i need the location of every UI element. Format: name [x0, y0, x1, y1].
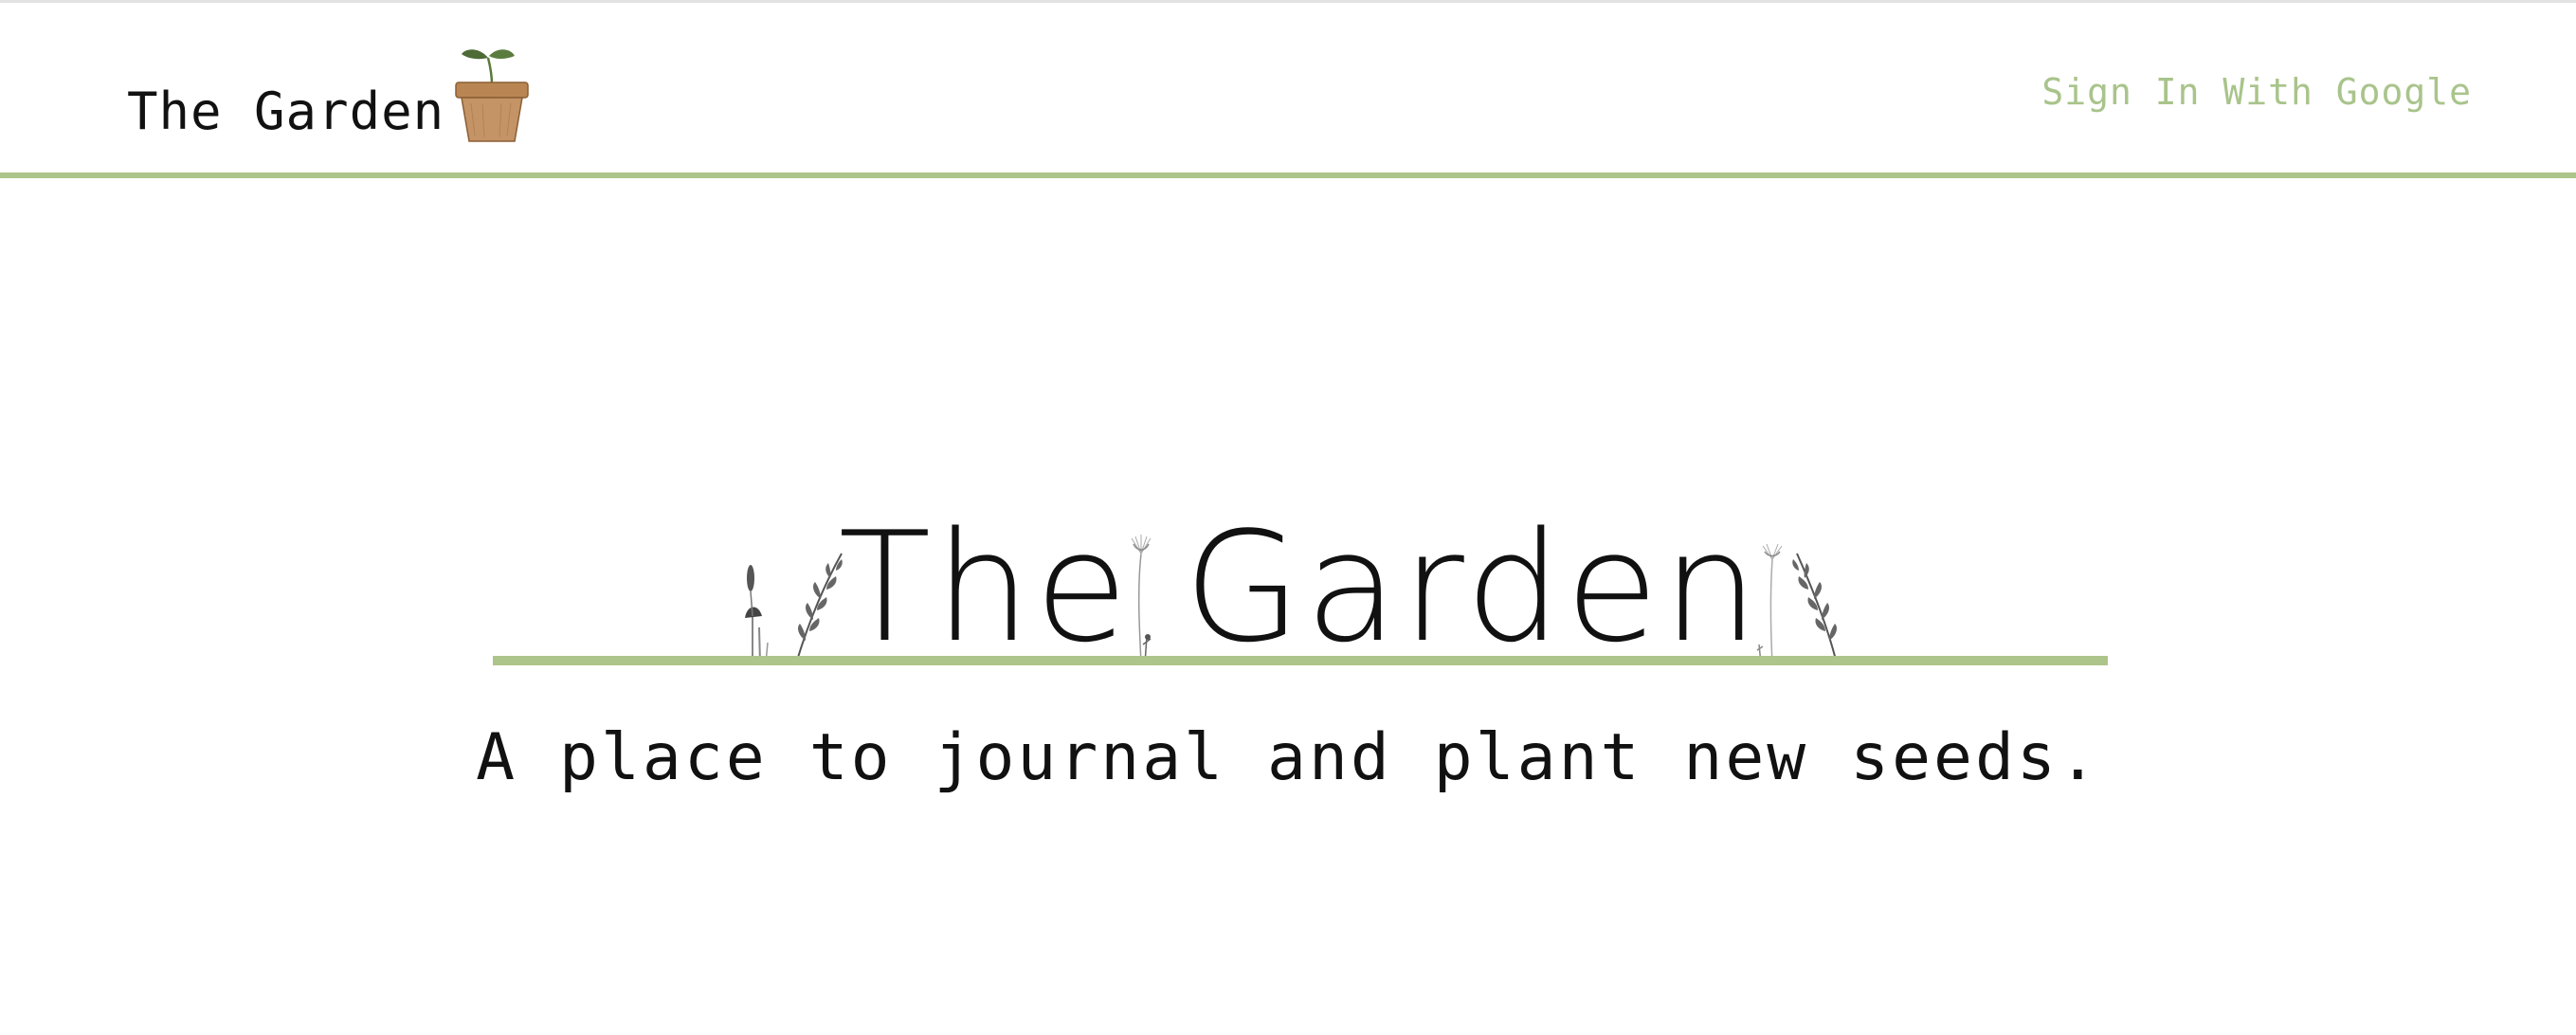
logo-text: The Garden [127, 82, 445, 141]
home-logo-link[interactable]: The Garden [127, 39, 535, 143]
sign-in-with-google-link[interactable]: Sign In With Google [2041, 71, 2472, 113]
hero-section: The Garden A place to journal and plant … [0, 493, 2576, 815]
hero-title-underline [493, 656, 2108, 665]
flower-pot-sprout-icon [455, 49, 529, 142]
site-header: The Garden Sign In With Google [0, 3, 2576, 173]
hero-title-wrap: The Garden [493, 493, 2108, 663]
header-divider [0, 172, 2576, 178]
hero-title: The Garden [838, 499, 1763, 676]
hero-tagline: A place to journal and plant new seeds. [476, 720, 2100, 795]
